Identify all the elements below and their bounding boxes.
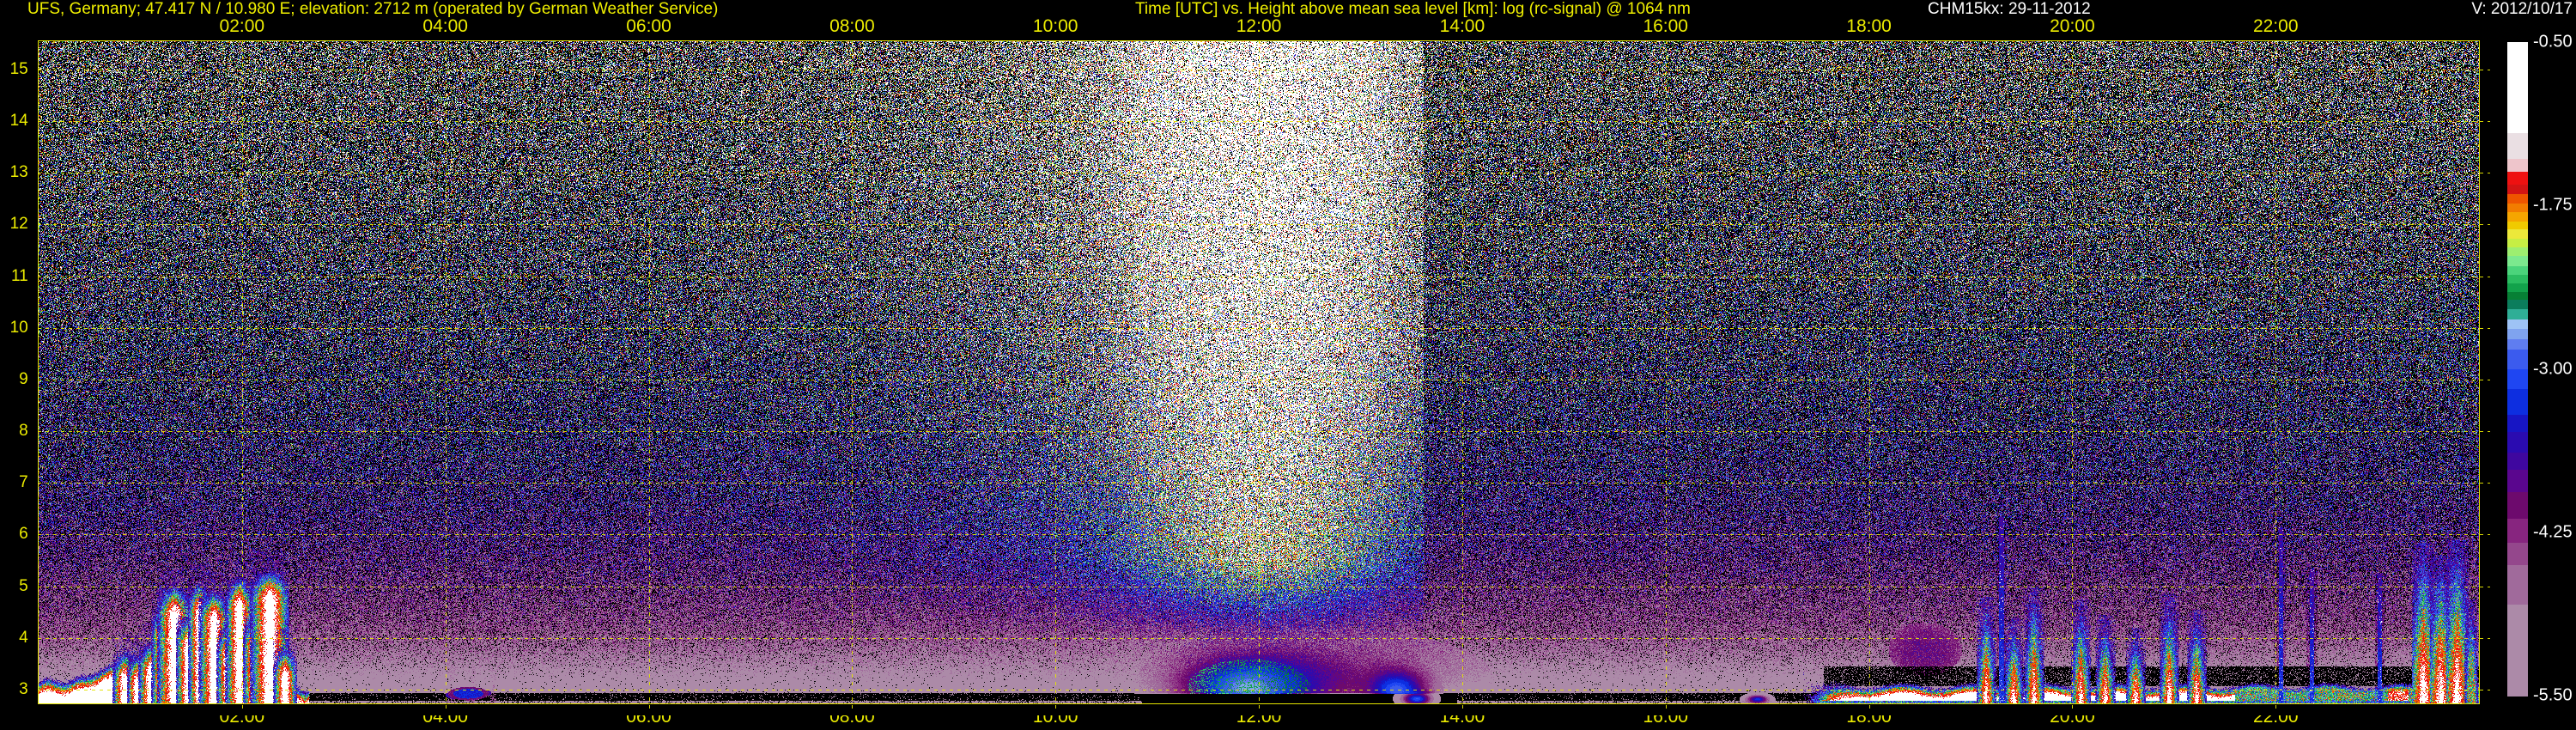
y-tick-label: 3. bbox=[19, 680, 33, 698]
colorbar-tick-label: -0.50 bbox=[2533, 32, 2573, 52]
y-tick-label: 4. bbox=[19, 628, 33, 647]
y-tick-label: 5. bbox=[19, 576, 33, 595]
colorbar-tick-label: -1.75 bbox=[2533, 195, 2573, 215]
y-tick-label: 13. bbox=[9, 163, 33, 182]
colorbar-tick-label: -5.50 bbox=[2533, 685, 2573, 705]
y-tick-label: 14. bbox=[9, 112, 33, 131]
version-stamp: V: 2012/10/17 bbox=[2471, 0, 2573, 18]
instrument-date: CHM15kx: 29-11-2012 bbox=[1928, 0, 2091, 18]
colorbar bbox=[2507, 42, 2528, 697]
backscatter-heatmap bbox=[29, 32, 2499, 715]
ceilometer-quicklook: UFS, Germany; 47.417 N / 10.980 E; eleva… bbox=[0, 0, 2576, 730]
station-title: UFS, Germany; 47.417 N / 10.980 E; eleva… bbox=[27, 0, 719, 18]
colorbar-tick-label: -4.25 bbox=[2533, 522, 2573, 542]
y-tick-label: 11. bbox=[10, 266, 33, 285]
y-tick-label: 10. bbox=[9, 318, 33, 337]
y-tick-label: 9. bbox=[19, 369, 33, 388]
y-tick-label: 12. bbox=[9, 215, 33, 234]
colorbar-tick-label: -3.00 bbox=[2533, 359, 2573, 378]
y-tick-label: 15. bbox=[9, 59, 33, 78]
y-tick-label: 6. bbox=[19, 525, 33, 544]
plot-title: Time [UTC] vs. Height above mean sea lev… bbox=[1135, 0, 1691, 18]
y-tick-label: 8. bbox=[19, 422, 33, 441]
y-tick-label: 7. bbox=[19, 473, 33, 492]
